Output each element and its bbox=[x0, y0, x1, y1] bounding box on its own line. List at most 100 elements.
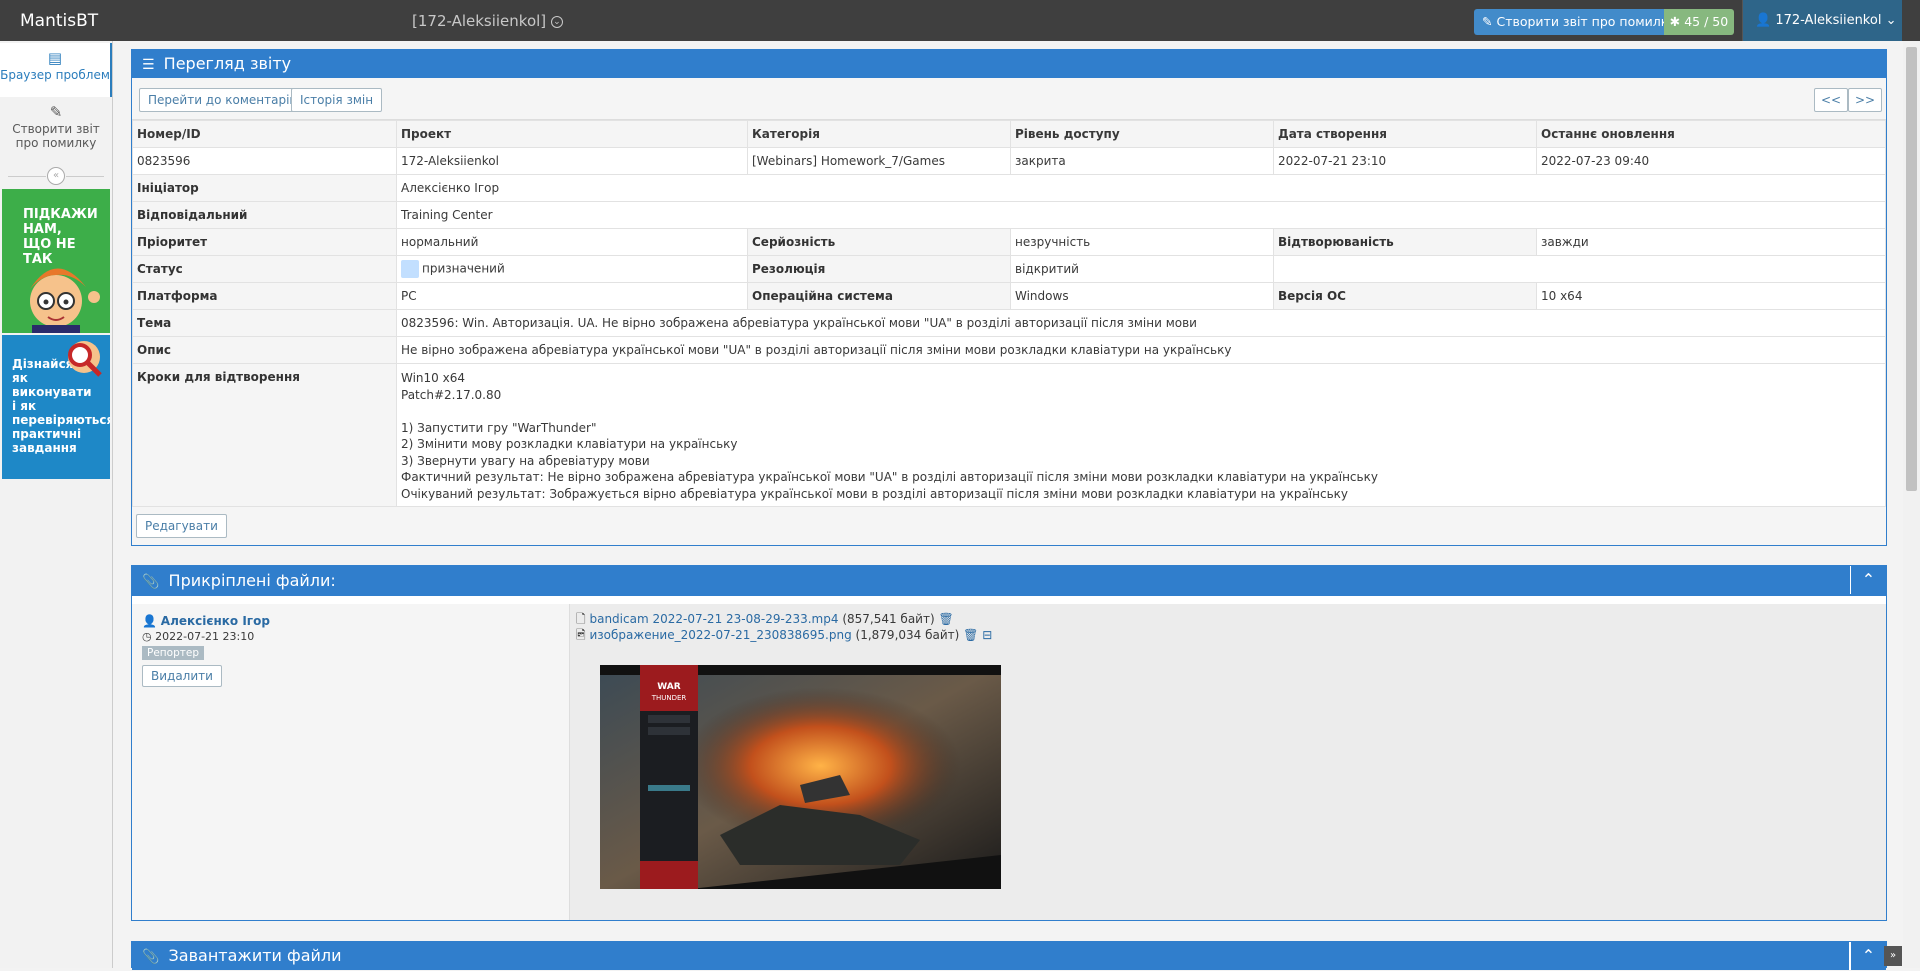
upload-widget: 📎 Завантажити файли ⌃ bbox=[131, 941, 1887, 970]
view-state-value: закрита bbox=[1010, 147, 1274, 175]
cartoon-magnifier-image bbox=[68, 341, 102, 377]
reporter-value: Алексієнко Ігор bbox=[396, 174, 1886, 202]
handler-label: Відповідальний bbox=[132, 201, 397, 229]
widget-title: Завантажити файли bbox=[168, 946, 342, 965]
collapse-preview-icon[interactable]: ⊟ bbox=[982, 628, 992, 642]
severity-value: незручність bbox=[1010, 228, 1274, 256]
issue-count-badge[interactable]: ✱ 45 / 50 bbox=[1664, 9, 1734, 35]
table-header-row: Номер/ID Проект Категорія Рівень доступу… bbox=[132, 120, 1886, 148]
attachment-preview-image[interactable]: WAR THUNDER bbox=[600, 665, 1001, 889]
divider bbox=[8, 176, 46, 177]
platform-label: Платформа bbox=[132, 282, 397, 310]
author-link[interactable]: Алексієнко Ігор bbox=[161, 614, 270, 628]
widget-title: Перегляд звіту bbox=[163, 54, 292, 73]
learn-banner[interactable]: Дізнайся як виконувати і як перевіряютьс… bbox=[2, 335, 110, 479]
paperclip-icon: 📎 bbox=[142, 949, 160, 965]
jump-to-notes-button[interactable]: Перейти до коментарів bbox=[139, 88, 306, 112]
file-video-icon: 🗋 bbox=[576, 612, 586, 626]
widget-header: ☰ Перегляд звіту bbox=[132, 50, 1886, 78]
status-value: призначений bbox=[422, 261, 505, 276]
edit-icon: ✎ bbox=[49, 103, 63, 121]
svg-text:WAR: WAR bbox=[657, 682, 680, 692]
resolution-label: Резолюція bbox=[747, 255, 1011, 283]
os-version-label: Версія ОС bbox=[1273, 282, 1537, 310]
trash-icon[interactable]: 🗑 bbox=[963, 628, 978, 642]
report-issue-button[interactable]: ✎ Створити звіт про помилку bbox=[1474, 9, 1676, 35]
issue-toolbar: Перейти до коментарів Історія змін << >> bbox=[132, 78, 1886, 120]
chevron-down-icon: ⌄ bbox=[550, 15, 563, 28]
user-icon: 👤 bbox=[1755, 13, 1772, 28]
sidebar-item-report-issue[interactable]: ✎ Створити звіт про помилку bbox=[0, 101, 112, 161]
priority-value: нормальний bbox=[396, 228, 748, 256]
delete-button[interactable]: Видалити bbox=[142, 665, 222, 687]
reproducibility-label: Відтворюваність bbox=[1273, 228, 1537, 256]
history-button[interactable]: Історія змін bbox=[291, 88, 383, 112]
scroll-to-top-icon[interactable]: » bbox=[1884, 946, 1902, 966]
os-value: Windows bbox=[1010, 282, 1274, 310]
summary-value: 0823596: Win. Авторизація. UA. Не вірно … bbox=[396, 309, 1886, 337]
project-selector[interactable]: [172-Aleksiienkol] ⌄ bbox=[412, 12, 563, 30]
chevron-up-icon[interactable]: ⌃ bbox=[1850, 942, 1886, 970]
file-size: (1,879,034 байт) bbox=[855, 628, 960, 642]
column-header: Категорія bbox=[747, 120, 1011, 148]
table-row: Тема 0823596: Win. Авторизація. UA. Не в… bbox=[132, 309, 1886, 337]
file-link[interactable]: изображение_2022-07-21_230838695.png bbox=[589, 628, 851, 642]
navbar: MantisBT [172-Aleksiienkol] ⌄ ✎ Створити… bbox=[0, 0, 1920, 41]
reporter-label: Ініціатор bbox=[132, 174, 397, 202]
page-scrollbar[interactable] bbox=[1903, 41, 1920, 968]
paperclip-icon: 📎 bbox=[142, 574, 160, 590]
attachments-body: 👤 Алексієнко Ігор ◷ 2022-07-21 23:10 Реп… bbox=[132, 604, 1886, 920]
table-row: Кроки для відтворення Win10 x64 Patch#2.… bbox=[132, 363, 1886, 507]
user-menu[interactable]: 👤 172-Aleksiienkol ⌄ bbox=[1742, 0, 1902, 41]
list-icon: ▤ bbox=[47, 49, 63, 67]
column-header: Номер/ID bbox=[132, 120, 397, 148]
edit-row: Редагувати bbox=[132, 507, 1886, 545]
status-color-swatch bbox=[401, 260, 419, 278]
reproducibility-value: завжди bbox=[1536, 228, 1886, 256]
project-name: [172-Aleksiienkol] bbox=[412, 12, 547, 30]
summary-label: Тема bbox=[132, 309, 397, 337]
status-value-cell: призначений bbox=[396, 255, 748, 283]
table-row: Статус призначений Резолюція відкритий bbox=[132, 255, 1886, 283]
status-label: Статус bbox=[132, 255, 397, 283]
sidebar-item-label: Створити звіт про помилку bbox=[12, 122, 100, 150]
trash-icon[interactable]: 🗑 bbox=[938, 612, 953, 626]
chevron-up-icon[interactable]: ⌃ bbox=[1850, 566, 1886, 594]
role-badge: Репортер bbox=[142, 646, 204, 660]
attachment-date: 2022-07-21 23:10 bbox=[155, 630, 255, 643]
attachment-files-panel: 🗋 bandicam 2022-07-21 23-08-29-233.mp4 (… bbox=[570, 604, 1886, 920]
clock-icon: ◷ bbox=[142, 630, 152, 643]
prev-issue-button[interactable]: << bbox=[1814, 88, 1849, 112]
game-screenshot-image: WAR THUNDER bbox=[600, 665, 1001, 889]
issue-id: 0823596 bbox=[132, 147, 397, 175]
column-header: Рівень доступу bbox=[1010, 120, 1274, 148]
file-image-icon: 🖻 bbox=[576, 628, 586, 642]
sidebar-item-label: Браузер проблем bbox=[0, 68, 110, 82]
attachments-widget: 📎 Прикріплені файли: ⌃ 👤 Алексієнко Ігор… bbox=[131, 565, 1887, 921]
file-link[interactable]: bandicam 2022-07-21 23-08-29-233.mp4 bbox=[589, 612, 838, 626]
os-version-value: 10 x64 bbox=[1536, 282, 1886, 310]
collapse-sidebar-icon[interactable]: « bbox=[47, 167, 65, 185]
steps-label: Кроки для відтворення bbox=[132, 363, 397, 507]
widget-header: 📎 Завантажити файли ⌃ bbox=[132, 942, 1886, 970]
issue-info-table: Номер/ID Проект Категорія Рівень доступу… bbox=[132, 120, 1886, 507]
divider bbox=[66, 176, 104, 177]
edit-button[interactable]: Редагувати bbox=[136, 514, 227, 538]
priority-label: Пріоритет bbox=[132, 228, 397, 256]
next-issue-button[interactable]: >> bbox=[1848, 88, 1883, 112]
role-line: Репортер bbox=[142, 645, 204, 660]
sidebar-item-view-issues[interactable]: ▤ Браузер проблем bbox=[0, 43, 112, 97]
feedback-banner[interactable]: ПІДКАЖИ НАМ, ЩО НЕ ТАК bbox=[2, 189, 110, 333]
bug-icon: ✱ bbox=[1669, 14, 1681, 29]
date-submitted: 2022-07-21 23:10 bbox=[1273, 147, 1537, 175]
last-updated: 2022-07-23 09:40 bbox=[1536, 147, 1886, 175]
user-name: 172-Aleksiienkol bbox=[1775, 13, 1882, 28]
table-row: Відповідальний Training Center bbox=[132, 201, 1886, 229]
description-label: Опис bbox=[132, 336, 397, 364]
chevron-down-icon: ⌄ bbox=[1885, 13, 1897, 28]
brand-logo[interactable]: MantisBT bbox=[20, 11, 98, 31]
empty-cell bbox=[1273, 255, 1886, 283]
scrollbar-thumb[interactable] bbox=[1906, 47, 1917, 491]
report-issue-label: Створити звіт про помилку bbox=[1496, 14, 1676, 29]
column-header: Дата створення bbox=[1273, 120, 1537, 148]
